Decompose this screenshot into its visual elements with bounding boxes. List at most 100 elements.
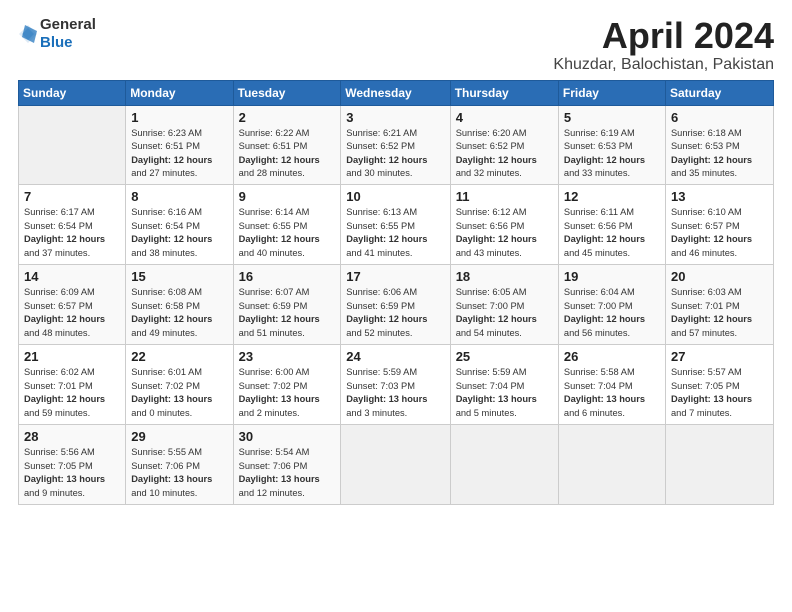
- day-number: 14: [24, 269, 120, 284]
- calendar-cell: [665, 425, 773, 505]
- col-saturday: Saturday: [665, 80, 773, 105]
- calendar-week-3: 14Sunrise: 6:09 AMSunset: 6:57 PMDayligh…: [19, 265, 774, 345]
- day-info: Sunrise: 6:00 AMSunset: 7:02 PMDaylight:…: [239, 366, 336, 420]
- day-number: 22: [131, 349, 227, 364]
- day-number: 2: [239, 110, 336, 125]
- calendar-cell: 21Sunrise: 6:02 AMSunset: 7:01 PMDayligh…: [19, 345, 126, 425]
- day-info: Sunrise: 6:20 AMSunset: 6:52 PMDaylight:…: [456, 127, 553, 181]
- main-title: April 2024: [553, 16, 774, 56]
- calendar-cell: 26 Sunrise: 5:58 AMSunset: 7:04 PMDayligh…: [558, 345, 665, 425]
- calendar-cell: 16 Sunrise: 6:07 AMSunset: 6:59 PMDayligh…: [233, 265, 341, 345]
- day-info: Sunrise: 6:01 AMSunset: 7:02 PMDaylight:…: [131, 366, 227, 420]
- calendar-table: Sunday Monday Tuesday Wednesday Thursday…: [18, 80, 774, 505]
- calendar-cell: 10 Sunrise: 6:13 AMSunset: 6:55 PMDayligh…: [341, 185, 450, 265]
- calendar-cell: 14Sunrise: 6:09 AMSunset: 6:57 PMDayligh…: [19, 265, 126, 345]
- day-number: 28: [24, 429, 120, 444]
- day-number: 20: [671, 269, 768, 284]
- day-info: Sunrise: 5:57 AMSunset: 7:05 PMDaylight:…: [671, 366, 768, 420]
- title-block: April 2024 Khuzdar, Balochistan, Pakista…: [553, 16, 774, 74]
- day-number: 15: [131, 269, 227, 284]
- col-monday: Monday: [126, 80, 233, 105]
- day-number: 30: [239, 429, 336, 444]
- day-number: 12: [564, 189, 660, 204]
- calendar-cell: 2 Sunrise: 6:22 AMSunset: 6:51 PMDaylight…: [233, 105, 341, 185]
- day-number: 1: [131, 110, 227, 125]
- calendar-cell: 12 Sunrise: 6:11 AMSunset: 6:56 PMDayligh…: [558, 185, 665, 265]
- logo-icon: [18, 24, 38, 44]
- day-number: 29: [131, 429, 227, 444]
- calendar-week-1: 1Sunrise: 6:23 AMSunset: 6:51 PMDaylight…: [19, 105, 774, 185]
- day-info: Sunrise: 6:21 AMSunset: 6:52 PMDaylight:…: [346, 127, 444, 181]
- subtitle: Khuzdar, Balochistan, Pakistan: [553, 56, 774, 74]
- day-info: Sunrise: 6:05 AMSunset: 7:00 PMDaylight:…: [456, 286, 553, 340]
- col-thursday: Thursday: [450, 80, 558, 105]
- calendar-week-2: 7Sunrise: 6:17 AMSunset: 6:54 PMDaylight…: [19, 185, 774, 265]
- day-number: 27: [671, 349, 768, 364]
- calendar-cell: 5 Sunrise: 6:19 AMSunset: 6:53 PMDaylight…: [558, 105, 665, 185]
- day-info: Sunrise: 6:16 AMSunset: 6:54 PMDaylight:…: [131, 206, 227, 260]
- day-number: 19: [564, 269, 660, 284]
- calendar-cell: 15 Sunrise: 6:08 AMSunset: 6:58 PMDayligh…: [126, 265, 233, 345]
- day-info: Sunrise: 6:08 AMSunset: 6:58 PMDaylight:…: [131, 286, 227, 340]
- calendar-cell: 3 Sunrise: 6:21 AMSunset: 6:52 PMDaylight…: [341, 105, 450, 185]
- calendar-cell: [450, 425, 558, 505]
- calendar-header: Sunday Monday Tuesday Wednesday Thursday…: [19, 80, 774, 105]
- calendar-cell: 11 Sunrise: 6:12 AMSunset: 6:56 PMDayligh…: [450, 185, 558, 265]
- day-number: 16: [239, 269, 336, 284]
- day-number: 10: [346, 189, 444, 204]
- day-info: Sunrise: 6:11 AMSunset: 6:56 PMDaylight:…: [564, 206, 660, 260]
- header-row: Sunday Monday Tuesday Wednesday Thursday…: [19, 80, 774, 105]
- calendar-body: 1Sunrise: 6:23 AMSunset: 6:51 PMDaylight…: [19, 105, 774, 504]
- day-number: 17: [346, 269, 444, 284]
- day-number: 24: [346, 349, 444, 364]
- day-info: Sunrise: 6:19 AMSunset: 6:53 PMDaylight:…: [564, 127, 660, 181]
- day-info: Sunrise: 5:55 AMSunset: 7:06 PMDaylight:…: [131, 446, 227, 500]
- day-info: Sunrise: 6:12 AMSunset: 6:56 PMDaylight:…: [456, 206, 553, 260]
- day-info: Sunrise: 6:10 AMSunset: 6:57 PMDaylight:…: [671, 206, 768, 260]
- day-number: 9: [239, 189, 336, 204]
- calendar-cell: 25 Sunrise: 5:59 AMSunset: 7:04 PMDayligh…: [450, 345, 558, 425]
- day-number: 4: [456, 110, 553, 125]
- day-info: Sunrise: 6:07 AMSunset: 6:59 PMDaylight:…: [239, 286, 336, 340]
- calendar-week-5: 28 Sunrise: 5:56 AMSunset: 7:05 PMDayligh…: [19, 425, 774, 505]
- calendar-cell: 13 Sunrise: 6:10 AMSunset: 6:57 PMDayligh…: [665, 185, 773, 265]
- day-info: Sunrise: 5:59 AMSunset: 7:04 PMDaylight:…: [456, 366, 553, 420]
- day-info: Sunrise: 6:06 AMSunset: 6:59 PMDaylight:…: [346, 286, 444, 340]
- day-info: Sunrise: 6:02 AMSunset: 7:01 PMDaylight:…: [24, 366, 120, 420]
- day-info: Sunrise: 6:22 AMSunset: 6:51 PMDaylight:…: [239, 127, 336, 181]
- day-number: 6: [671, 110, 768, 125]
- col-tuesday: Tuesday: [233, 80, 341, 105]
- logo: General Blue: [18, 16, 96, 52]
- calendar-cell: 9Sunrise: 6:14 AMSunset: 6:55 PMDaylight…: [233, 185, 341, 265]
- day-info: Sunrise: 5:54 AMSunset: 7:06 PMDaylight:…: [239, 446, 336, 500]
- header: General Blue April 2024 Khuzdar, Balochi…: [18, 16, 774, 74]
- calendar-cell: [19, 105, 126, 185]
- calendar-cell: 22 Sunrise: 6:01 AMSunset: 7:02 PMDayligh…: [126, 345, 233, 425]
- page: General Blue April 2024 Khuzdar, Balochi…: [0, 0, 792, 612]
- calendar-cell: 28 Sunrise: 5:56 AMSunset: 7:05 PMDayligh…: [19, 425, 126, 505]
- calendar-cell: 24 Sunrise: 5:59 AMSunset: 7:03 PMDayligh…: [341, 345, 450, 425]
- day-number: 26: [564, 349, 660, 364]
- day-number: 13: [671, 189, 768, 204]
- day-number: 25: [456, 349, 553, 364]
- day-number: 3: [346, 110, 444, 125]
- day-info: Sunrise: 6:13 AMSunset: 6:55 PMDaylight:…: [346, 206, 444, 260]
- day-number: 11: [456, 189, 553, 204]
- calendar-cell: 8Sunrise: 6:16 AMSunset: 6:54 PMDaylight…: [126, 185, 233, 265]
- logo-general: General: [40, 16, 96, 33]
- calendar-cell: 27 Sunrise: 5:57 AMSunset: 7:05 PMDayligh…: [665, 345, 773, 425]
- day-number: 5: [564, 110, 660, 125]
- day-info: Sunrise: 5:59 AMSunset: 7:03 PMDaylight:…: [346, 366, 444, 420]
- calendar-cell: 7Sunrise: 6:17 AMSunset: 6:54 PMDaylight…: [19, 185, 126, 265]
- day-info: Sunrise: 6:18 AMSunset: 6:53 PMDaylight:…: [671, 127, 768, 181]
- calendar-cell: 1Sunrise: 6:23 AMSunset: 6:51 PMDaylight…: [126, 105, 233, 185]
- day-number: 23: [239, 349, 336, 364]
- calendar-cell: 29 Sunrise: 5:55 AMSunset: 7:06 PMDayligh…: [126, 425, 233, 505]
- day-info: Sunrise: 6:04 AMSunset: 7:00 PMDaylight:…: [564, 286, 660, 340]
- day-number: 18: [456, 269, 553, 284]
- day-info: Sunrise: 5:56 AMSunset: 7:05 PMDaylight:…: [24, 446, 120, 500]
- col-sunday: Sunday: [19, 80, 126, 105]
- day-info: Sunrise: 5:58 AMSunset: 7:04 PMDaylight:…: [564, 366, 660, 420]
- logo-blue: Blue: [40, 34, 73, 51]
- day-info: Sunrise: 6:03 AMSunset: 7:01 PMDaylight:…: [671, 286, 768, 340]
